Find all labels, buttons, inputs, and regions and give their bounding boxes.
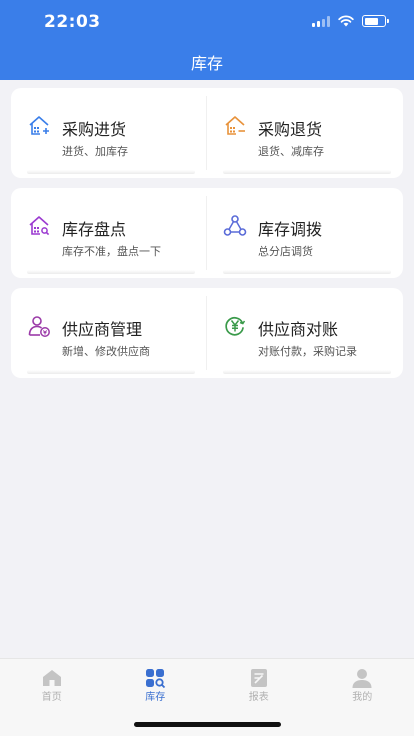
stock-transfer-subtitle: 总分店调货: [258, 245, 313, 258]
battery-level: [364, 17, 378, 25]
stock-transfer-title: 库存调拨: [258, 220, 323, 239]
signal-icon: [312, 15, 330, 27]
divider: [27, 370, 195, 374]
page-title: 库存: [190, 54, 223, 73]
wifi-icon: [338, 15, 354, 27]
purchase-in-title: 采购进货: [62, 120, 127, 139]
transfer-icon: [223, 215, 247, 236]
yen-coin-icon: [225, 316, 246, 336]
purchase-in-subtitle: 进货、加库存: [62, 145, 128, 158]
house-minus-icon: [225, 116, 245, 135]
purchase-in-button[interactable]: 采购进货 进货、加库存: [11, 88, 207, 178]
tab-home-label: 首页: [41, 692, 62, 703]
tab-mine-label: 我的: [352, 692, 373, 703]
divider: [27, 170, 195, 174]
stocktake-title: 库存盘点: [62, 220, 127, 239]
home-icon: [42, 670, 61, 686]
divider: [223, 370, 391, 374]
battery-icon: [362, 15, 389, 27]
supplier-manage-button[interactable]: 供应商管理 新增、修改供应商: [11, 288, 207, 378]
divider: [223, 170, 391, 174]
supplier-manage-subtitle: 新增、修改供应商: [62, 345, 150, 358]
divider: [27, 270, 195, 274]
supplier-icon: [28, 316, 50, 337]
home-indicator[interactable]: [134, 722, 281, 727]
report-icon: [250, 669, 267, 687]
divider: [223, 270, 391, 274]
tab-report-label: 报表: [248, 692, 269, 703]
status-icons: [312, 15, 389, 27]
stocktake-button[interactable]: 库存盘点 库存不准，盘点一下: [11, 188, 207, 278]
house-plus-icon: [29, 116, 49, 135]
menu-card-supplier: 供应商管理 新增、修改供应商 供应商对账 对账付款，采购记录: [11, 288, 403, 378]
purchase-return-title: 采购退货: [258, 120, 323, 139]
supplier-manage-title: 供应商管理: [62, 320, 143, 339]
purchase-return-button[interactable]: 采购退货 退货、减库存: [207, 88, 403, 178]
purchase-return-subtitle: 退货、减库存: [258, 145, 324, 158]
supplier-reconcile-title: 供应商对账: [258, 320, 339, 339]
stock-transfer-button[interactable]: 库存调拨 总分店调货: [207, 188, 403, 278]
menu-card-purchase: 采购进货 进货、加库存 采购退货 退货、减库存: [11, 88, 403, 178]
tab-inventory-label: 库存: [145, 692, 166, 703]
tab-home[interactable]: 首页: [0, 659, 104, 736]
supplier-reconcile-subtitle: 对账付款，采购记录: [258, 345, 357, 358]
supplier-reconcile-button[interactable]: 供应商对账 对账付款，采购记录: [207, 288, 403, 378]
top-header: 22:03 库存: [0, 0, 414, 80]
status-time: 22:03: [44, 12, 101, 32]
user-icon: [352, 669, 372, 688]
stocktake-subtitle: 库存不准，盘点一下: [62, 245, 161, 258]
house-search-icon: [29, 216, 50, 236]
menu-card-stock: 库存盘点 库存不准，盘点一下 库存调拨 总分店调货: [11, 188, 403, 278]
inventory-icon: [146, 669, 166, 689]
tab-mine[interactable]: 我的: [311, 659, 414, 736]
